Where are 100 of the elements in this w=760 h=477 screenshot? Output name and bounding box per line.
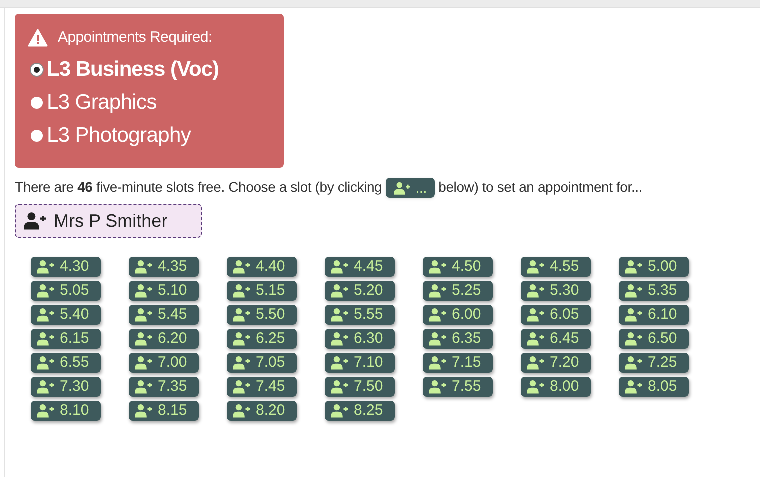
slot-button[interactable]: 8.10 [31, 401, 101, 422]
slot-button[interactable]: 4.30 [31, 257, 101, 278]
option-label: L3 Photography [47, 123, 192, 150]
slot-button[interactable]: 6.35 [423, 329, 493, 350]
add-person-icon [394, 182, 410, 195]
add-person-icon [527, 284, 544, 298]
add-person-icon [233, 332, 250, 346]
add-person-icon [24, 212, 46, 230]
slot-button[interactable]: 5.10 [129, 281, 199, 302]
add-person-icon [527, 332, 544, 346]
slot-button[interactable]: 7.55 [423, 377, 493, 398]
instruction-text: There are 46 five-minute slots free. Choose a slot (by clicking ... below) to set an appointment for... [15, 177, 644, 198]
slot-button[interactable]: 7.35 [129, 377, 199, 398]
slot-button[interactable]: 5.55 [325, 305, 395, 326]
alert-title: Appointments Required: [58, 28, 212, 48]
radio-button[interactable] [31, 97, 43, 109]
add-person-icon [625, 356, 642, 370]
slot-button[interactable]: 6.00 [423, 305, 493, 326]
slot-button[interactable]: 5.00 [619, 257, 689, 278]
add-person-icon [331, 380, 348, 394]
add-person-icon [625, 308, 642, 322]
slot-button[interactable]: 5.30 [521, 281, 591, 302]
slot-button[interactable]: 6.20 [129, 329, 199, 350]
option-label: L3 Business (Voc) [47, 57, 219, 84]
add-person-icon [135, 380, 152, 394]
add-person-icon [135, 356, 152, 370]
add-person-icon [331, 260, 348, 274]
add-person-icon [135, 404, 152, 418]
slot-button[interactable]: 7.10 [325, 353, 395, 374]
option-label: L3 Graphics [47, 90, 157, 116]
add-person-icon [331, 356, 348, 370]
slot-button[interactable]: 7.15 [423, 353, 493, 374]
slot-button[interactable]: 4.40 [227, 257, 297, 278]
add-person-icon [135, 260, 152, 274]
add-person-icon [331, 332, 348, 346]
slot-button[interactable]: 5.25 [423, 281, 493, 302]
add-person-icon [37, 404, 54, 418]
person-button[interactable]: Mrs P Smither [15, 204, 202, 238]
slot-button[interactable]: 6.55 [31, 353, 101, 374]
add-person-icon [429, 260, 446, 274]
add-person-icon [625, 380, 642, 394]
slot-button[interactable]: 6.05 [521, 305, 591, 326]
slot-button[interactable]: 7.25 [619, 353, 689, 374]
add-person-icon [429, 332, 446, 346]
slot-button[interactable]: 5.45 [129, 305, 199, 326]
slot-button[interactable]: 8.00 [521, 377, 591, 398]
slot-button[interactable]: 4.55 [521, 257, 591, 278]
slot-button[interactable]: 7.00 [129, 353, 199, 374]
add-person-icon [37, 308, 54, 322]
add-person-icon [429, 356, 446, 370]
warning-icon [28, 29, 48, 48]
slot-button[interactable]: 6.30 [325, 329, 395, 350]
add-person-icon [527, 356, 544, 370]
slot-button[interactable]: 5.40 [31, 305, 101, 326]
add-person-icon [625, 284, 642, 298]
add-person-icon [331, 308, 348, 322]
slot-button[interactable]: 5.35 [619, 281, 689, 302]
slot-button[interactable]: 5.15 [227, 281, 297, 302]
slot-button[interactable]: 8.20 [227, 401, 297, 422]
slot-button[interactable]: 7.45 [227, 377, 297, 398]
add-person-icon [233, 356, 250, 370]
slot-button[interactable]: 6.45 [521, 329, 591, 350]
slot-button[interactable]: 8.05 [619, 377, 689, 398]
slot-button[interactable]: 4.35 [129, 257, 199, 278]
add-person-icon [37, 260, 54, 274]
slot-button[interactable]: 6.15 [31, 329, 101, 350]
slot-button[interactable]: 4.50 [423, 257, 493, 278]
slot-button[interactable]: 5.20 [325, 281, 395, 302]
slot-button[interactable]: 7.05 [227, 353, 297, 374]
add-person-icon [233, 260, 250, 274]
add-person-icon [37, 356, 54, 370]
slot-button[interactable]: 7.20 [521, 353, 591, 374]
slot-button[interactable]: 7.50 [325, 377, 395, 398]
slot-button[interactable]: 7.30 [31, 377, 101, 398]
slot-button[interactable]: 8.25 [325, 401, 395, 422]
slot-button[interactable]: 8.15 [129, 401, 199, 422]
add-person-icon [233, 308, 250, 322]
add-person-icon [37, 380, 54, 394]
slot-button[interactable]: 6.25 [227, 329, 297, 350]
slot-button[interactable]: 5.50 [227, 305, 297, 326]
add-person-icon [135, 284, 152, 298]
slot-button[interactable]: 4.45 [325, 257, 395, 278]
slot-button[interactable]: ... [386, 178, 435, 198]
add-person-icon [135, 308, 152, 322]
add-person-icon [37, 332, 54, 346]
slot-button[interactable]: 6.50 [619, 329, 689, 350]
add-person-icon [233, 380, 250, 394]
add-person-icon [37, 284, 54, 298]
slot-button[interactable]: 6.10 [619, 305, 689, 326]
radio-button[interactable] [31, 130, 43, 142]
add-person-icon [233, 284, 250, 298]
add-person-icon [527, 260, 544, 274]
add-person-icon [625, 332, 642, 346]
add-person-icon [429, 308, 446, 322]
add-person-icon [331, 404, 348, 418]
radio-button[interactable] [31, 64, 43, 76]
slot-button[interactable]: 5.05 [31, 281, 101, 302]
add-person-icon [331, 284, 348, 298]
add-person-icon [625, 260, 642, 274]
add-person-icon [135, 332, 152, 346]
